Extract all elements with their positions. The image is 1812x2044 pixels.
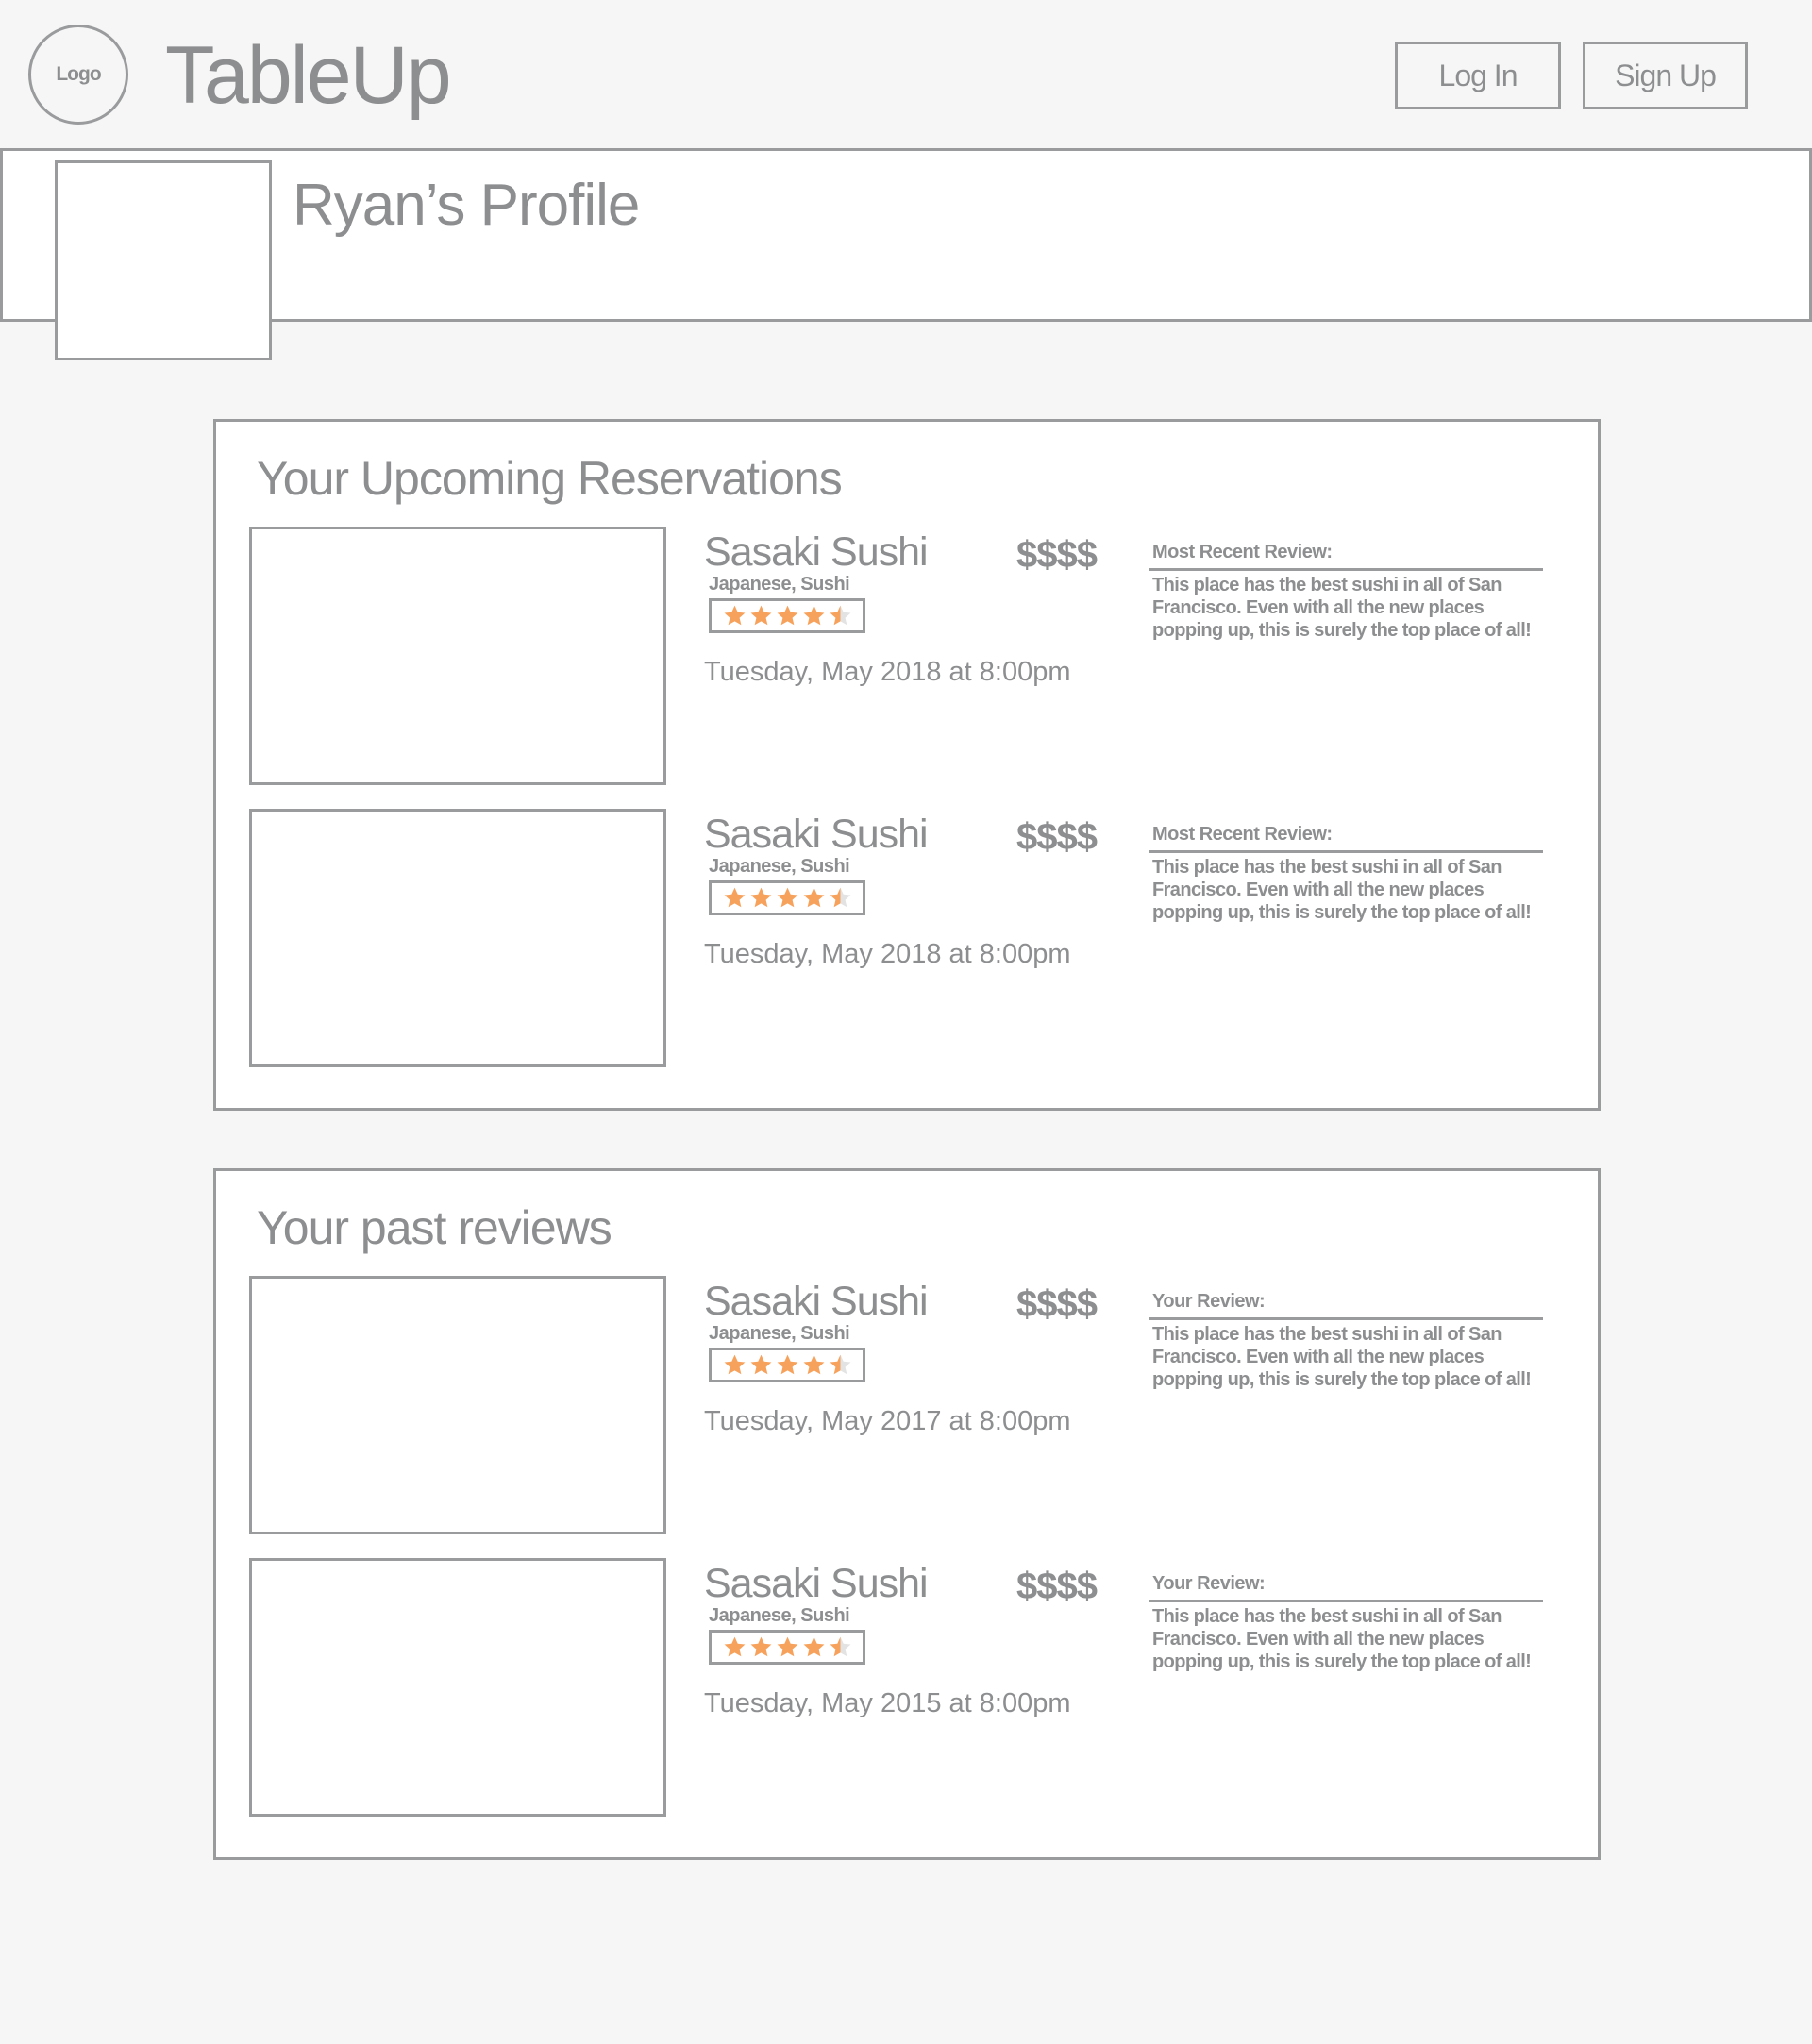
review-text: This place has the best sushi in all of …	[1152, 1606, 1532, 1672]
review-divider	[1149, 1600, 1543, 1602]
restaurant-name[interactable]: Sasaki Sushi	[704, 811, 929, 858]
cuisine-tags: Japanese, Sushi	[709, 1605, 850, 1626]
star-icon	[830, 1636, 851, 1657]
reservation-card[interactable]: Sasaki Sushi $$$$ Japanese, Sushi Tuesday, …	[216, 809, 1598, 1073]
review-divider	[1149, 1317, 1543, 1320]
signup-button[interactable]: Sign Up	[1583, 42, 1748, 109]
review-text: This place has the best sushi in all of …	[1152, 1324, 1532, 1390]
profile-title: Ryan’s Profile	[293, 173, 640, 238]
reservation-datetime: Tuesday, May 2018 at 8:00pm	[704, 939, 1071, 969]
star-icon	[750, 605, 772, 626]
star-icon	[803, 1354, 825, 1375]
star-icon	[777, 1354, 798, 1375]
review-text: This place has the best sushi in all of …	[1152, 857, 1532, 923]
star-icon	[803, 605, 825, 626]
review-divider	[1149, 568, 1543, 571]
review-card[interactable]: Sasaki Sushi $$$$ Japanese, Sushi Tuesday, …	[216, 1276, 1598, 1540]
app-title: TableUp	[165, 30, 452, 121]
review-text: This place has the best sushi in all of …	[1152, 575, 1532, 641]
section-title: Your past reviews	[257, 1201, 612, 1254]
star-icon	[803, 1636, 825, 1657]
review-card[interactable]: Sasaki Sushi $$$$ Japanese, Sushi Tuesday, …	[216, 1558, 1598, 1822]
price-level: $$$$	[1016, 1283, 1098, 1325]
star-rating	[709, 598, 865, 633]
restaurant-name[interactable]: Sasaki Sushi	[704, 1278, 929, 1325]
star-icon	[830, 605, 851, 626]
restaurant-photo[interactable]	[249, 1558, 666, 1817]
star-icon	[777, 887, 798, 908]
cuisine-tags: Japanese, Sushi	[709, 856, 850, 877]
review-divider	[1149, 850, 1543, 853]
restaurant-photo[interactable]	[249, 1276, 666, 1534]
star-icon	[777, 605, 798, 626]
price-level: $$$$	[1016, 816, 1098, 858]
star-icon	[803, 887, 825, 908]
star-icon	[830, 1354, 851, 1375]
star-icon	[724, 887, 746, 908]
login-button[interactable]: Log In	[1395, 42, 1561, 109]
star-icon	[830, 887, 851, 908]
star-rating	[709, 1630, 865, 1665]
upcoming-reservations-section: Your Upcoming Reservations Sasaki Sushi $…	[213, 419, 1601, 1111]
star-icon	[724, 1636, 746, 1657]
star-icon	[724, 1354, 746, 1375]
star-icon	[777, 1636, 798, 1657]
past-reviews-section: Your past reviews Sasaki Sushi $$$$ Japane…	[213, 1168, 1601, 1860]
restaurant-photo[interactable]	[249, 809, 666, 1067]
price-level: $$$$	[1016, 1566, 1098, 1607]
avatar[interactable]	[55, 160, 272, 360]
section-title: Your Upcoming Reservations	[257, 452, 843, 505]
reservation-datetime: Tuesday, May 2017 at 8:00pm	[704, 1406, 1071, 1436]
review-label: Your Review:	[1152, 1573, 1266, 1594]
cuisine-tags: Japanese, Sushi	[709, 574, 850, 595]
restaurant-photo[interactable]	[249, 527, 666, 785]
star-rating	[709, 880, 865, 915]
restaurant-name[interactable]: Sasaki Sushi	[704, 528, 929, 576]
review-label: Your Review:	[1152, 1291, 1266, 1312]
reservation-datetime: Tuesday, May 2018 at 8:00pm	[704, 657, 1071, 687]
star-icon	[750, 887, 772, 908]
price-level: $$$$	[1016, 534, 1098, 576]
reservation-card[interactable]: Sasaki Sushi $$$$ Japanese, Sushi Tuesday, …	[216, 527, 1598, 791]
cuisine-tags: Japanese, Sushi	[709, 1323, 850, 1344]
restaurant-name[interactable]: Sasaki Sushi	[704, 1560, 929, 1607]
star-icon	[724, 605, 746, 626]
review-label: Most Recent Review:	[1152, 824, 1333, 845]
review-label: Most Recent Review:	[1152, 542, 1333, 562]
reservation-datetime: Tuesday, May 2015 at 8:00pm	[704, 1688, 1071, 1718]
profile-banner	[0, 148, 1812, 322]
logo[interactable]: Logo	[28, 25, 128, 125]
star-icon	[750, 1354, 772, 1375]
star-icon	[750, 1636, 772, 1657]
star-rating	[709, 1348, 865, 1382]
